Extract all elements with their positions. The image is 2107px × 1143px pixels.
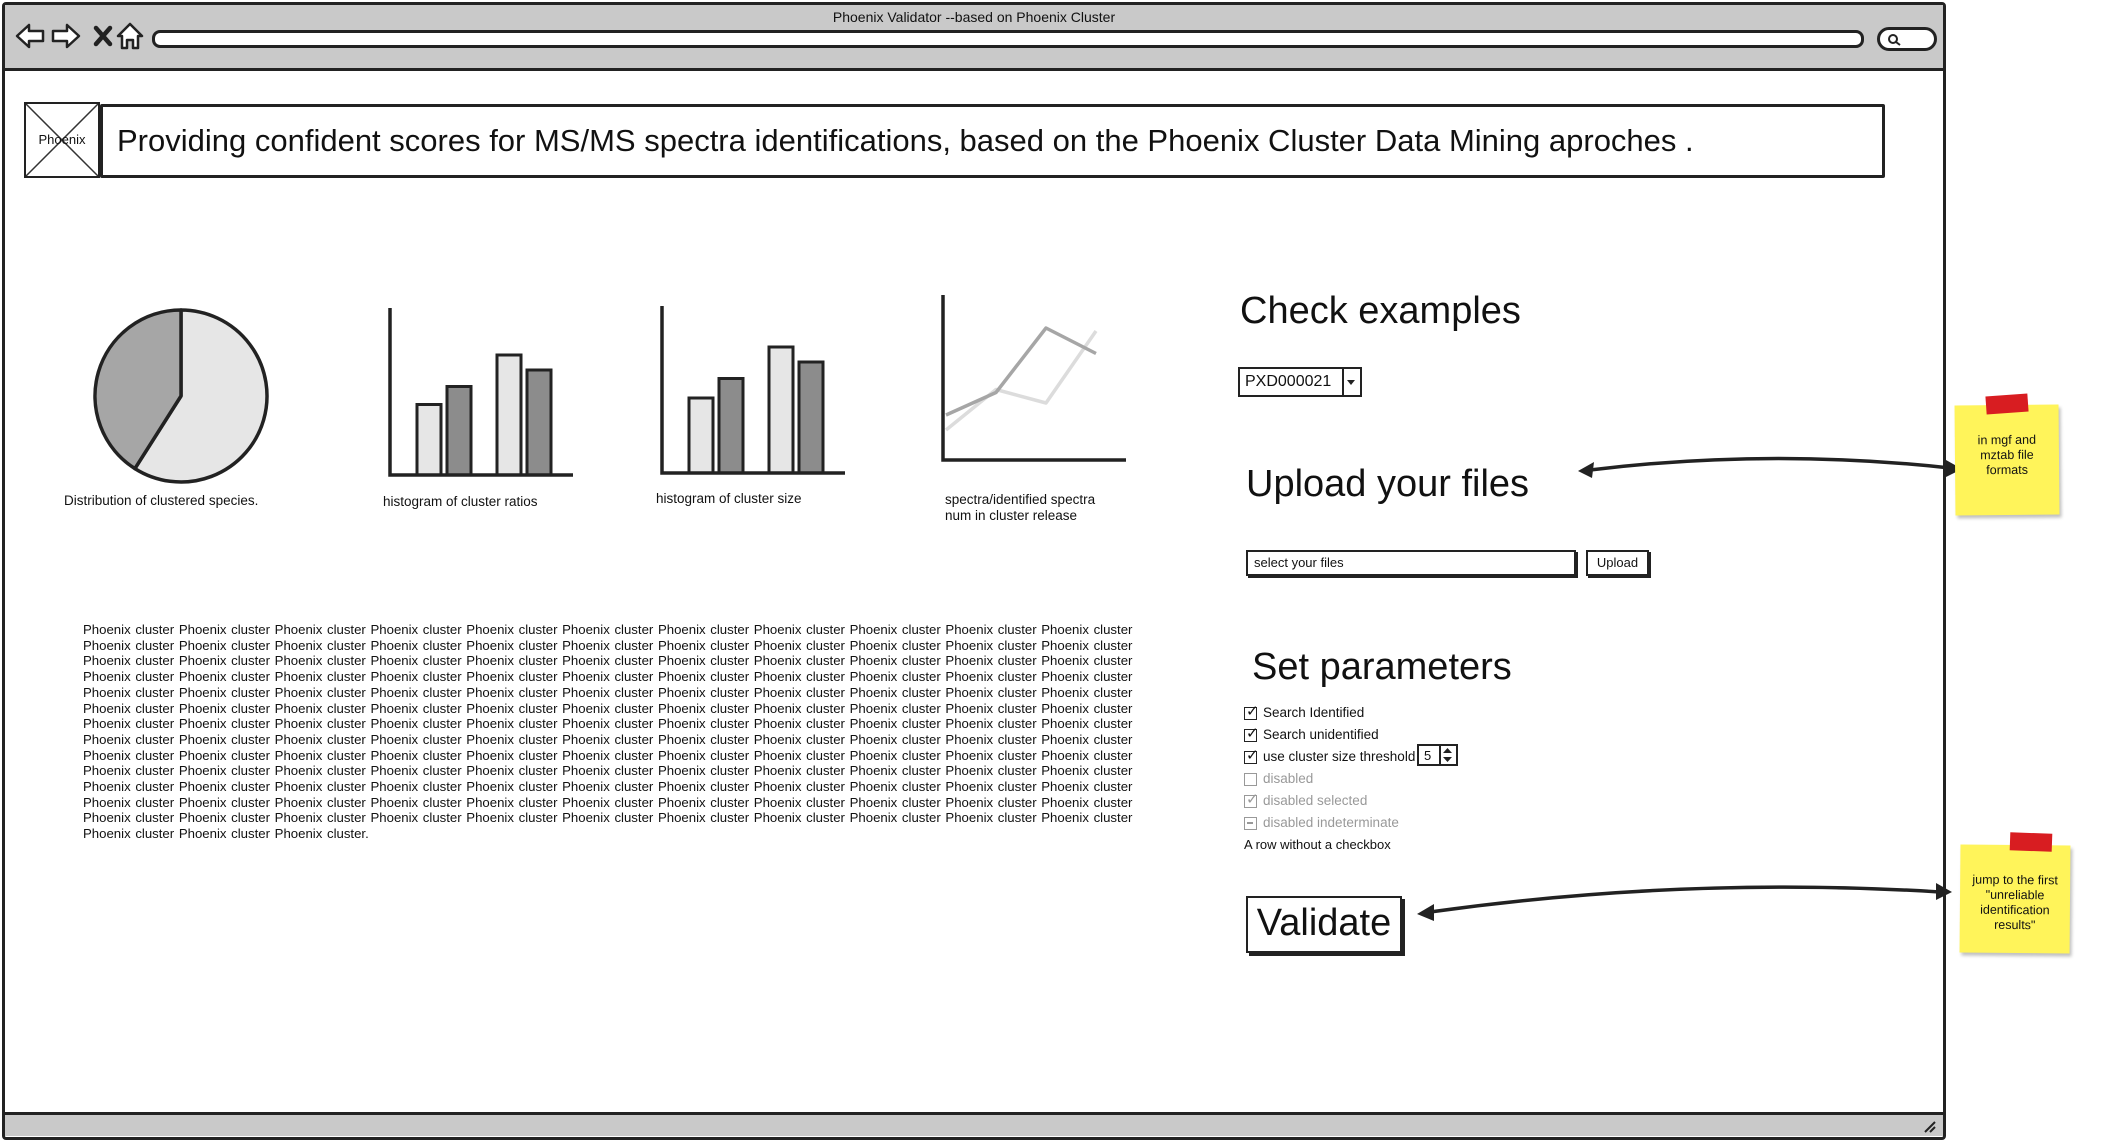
- sticky-note-validate: jump to the first "unreliable identifica…: [1959, 844, 2071, 954]
- banner-text: Providing confident scores for MS/MS spe…: [117, 123, 1694, 158]
- cluster-ratio-histogram: [388, 308, 573, 477]
- checkbox: [1244, 817, 1257, 830]
- cluster-ratio-histogram-caption: histogram of cluster ratios: [383, 494, 538, 509]
- upload-button[interactable]: Upload: [1586, 550, 1649, 576]
- validate-note-arrow: [1417, 883, 1952, 921]
- line-series-0: [944, 330, 1098, 432]
- header-banner: Providing confident scores for MS/MS spe…: [100, 104, 1885, 178]
- back-arrow-icon[interactable]: [14, 20, 46, 52]
- description-text: Phoenix cluster Phoenix cluster Phoenix …: [83, 622, 1133, 842]
- bar-3: [525, 368, 553, 477]
- sticky-note-tape: [1985, 393, 2029, 415]
- check-examples-title: Check examples: [1240, 290, 1521, 332]
- set-parameters-title: Set parameters: [1252, 646, 1512, 688]
- validate-button[interactable]: Validate: [1246, 896, 1402, 953]
- line-chart-caption-line2: num in cluster release: [945, 508, 1078, 523]
- search-icon: [1888, 34, 1901, 46]
- cluster-size-histogram-caption: histogram of cluster size: [656, 491, 802, 506]
- checkbox: ✓: [1244, 791, 1259, 808]
- resize-grip-icon[interactable]: [1921, 1118, 1937, 1134]
- bar-3: [797, 360, 825, 475]
- upload-files-title: Upload your files: [1246, 463, 1530, 505]
- chevron-down-icon[interactable]: [1342, 369, 1360, 395]
- checkbox[interactable]: ✓: [1244, 704, 1259, 720]
- checkbox[interactable]: ✓: [1244, 748, 1259, 764]
- example-dataset-value: PXD000021: [1245, 373, 1332, 390]
- url-bar[interactable]: [152, 30, 1864, 48]
- pie-chart: [93, 308, 269, 484]
- bar-1: [717, 377, 745, 475]
- window-title: Phoenix Validator --based on Phoenix Clu…: [832, 9, 1116, 25]
- stepper-arrows-icon[interactable]: [1439, 746, 1456, 764]
- bar-0: [687, 396, 715, 475]
- browser-search-box[interactable]: [1877, 27, 1937, 51]
- threshold-value: 5: [1424, 748, 1432, 763]
- logo: Phoenix: [24, 102, 100, 178]
- sticky-note-upload: in mgf and mztab file formats: [1954, 404, 2060, 516]
- checkbox: [1244, 773, 1257, 786]
- bar-2: [495, 353, 523, 477]
- sticky-note-text: jump to the first "unreliable identifica…: [1972, 872, 2058, 933]
- cluster-size-histogram: [660, 306, 845, 475]
- example-dataset-select[interactable]: PXD000021: [1238, 367, 1362, 397]
- line-chart-caption-line1: spectra/identified spectra: [945, 492, 1096, 507]
- threshold-stepper[interactable]: 5: [1417, 744, 1458, 766]
- sticky-note-tape: [2009, 832, 2053, 852]
- spectra-line-chart: [941, 295, 1126, 462]
- browser-status-bar: [5, 1112, 1943, 1136]
- sticky-note-text: in mgf and mztab file formats: [1977, 432, 2037, 478]
- checkbox[interactable]: ✓: [1244, 726, 1259, 742]
- logo-label: Phoenix: [38, 132, 86, 147]
- plain-row-label: A row without a checkbox: [1244, 837, 1391, 852]
- forward-arrow-icon[interactable]: [50, 20, 82, 52]
- bar-2: [767, 345, 795, 475]
- chart-axes: [941, 295, 1126, 462]
- file-select-input[interactable]: select your files: [1246, 550, 1576, 576]
- bar-1: [445, 385, 473, 477]
- pie-chart-caption: Distribution of clustered species.: [64, 493, 259, 508]
- home-icon[interactable]: [114, 20, 146, 52]
- line-series-1: [945, 326, 1097, 417]
- bar-0: [415, 403, 443, 477]
- upload-note-arrow: [1578, 456, 1962, 478]
